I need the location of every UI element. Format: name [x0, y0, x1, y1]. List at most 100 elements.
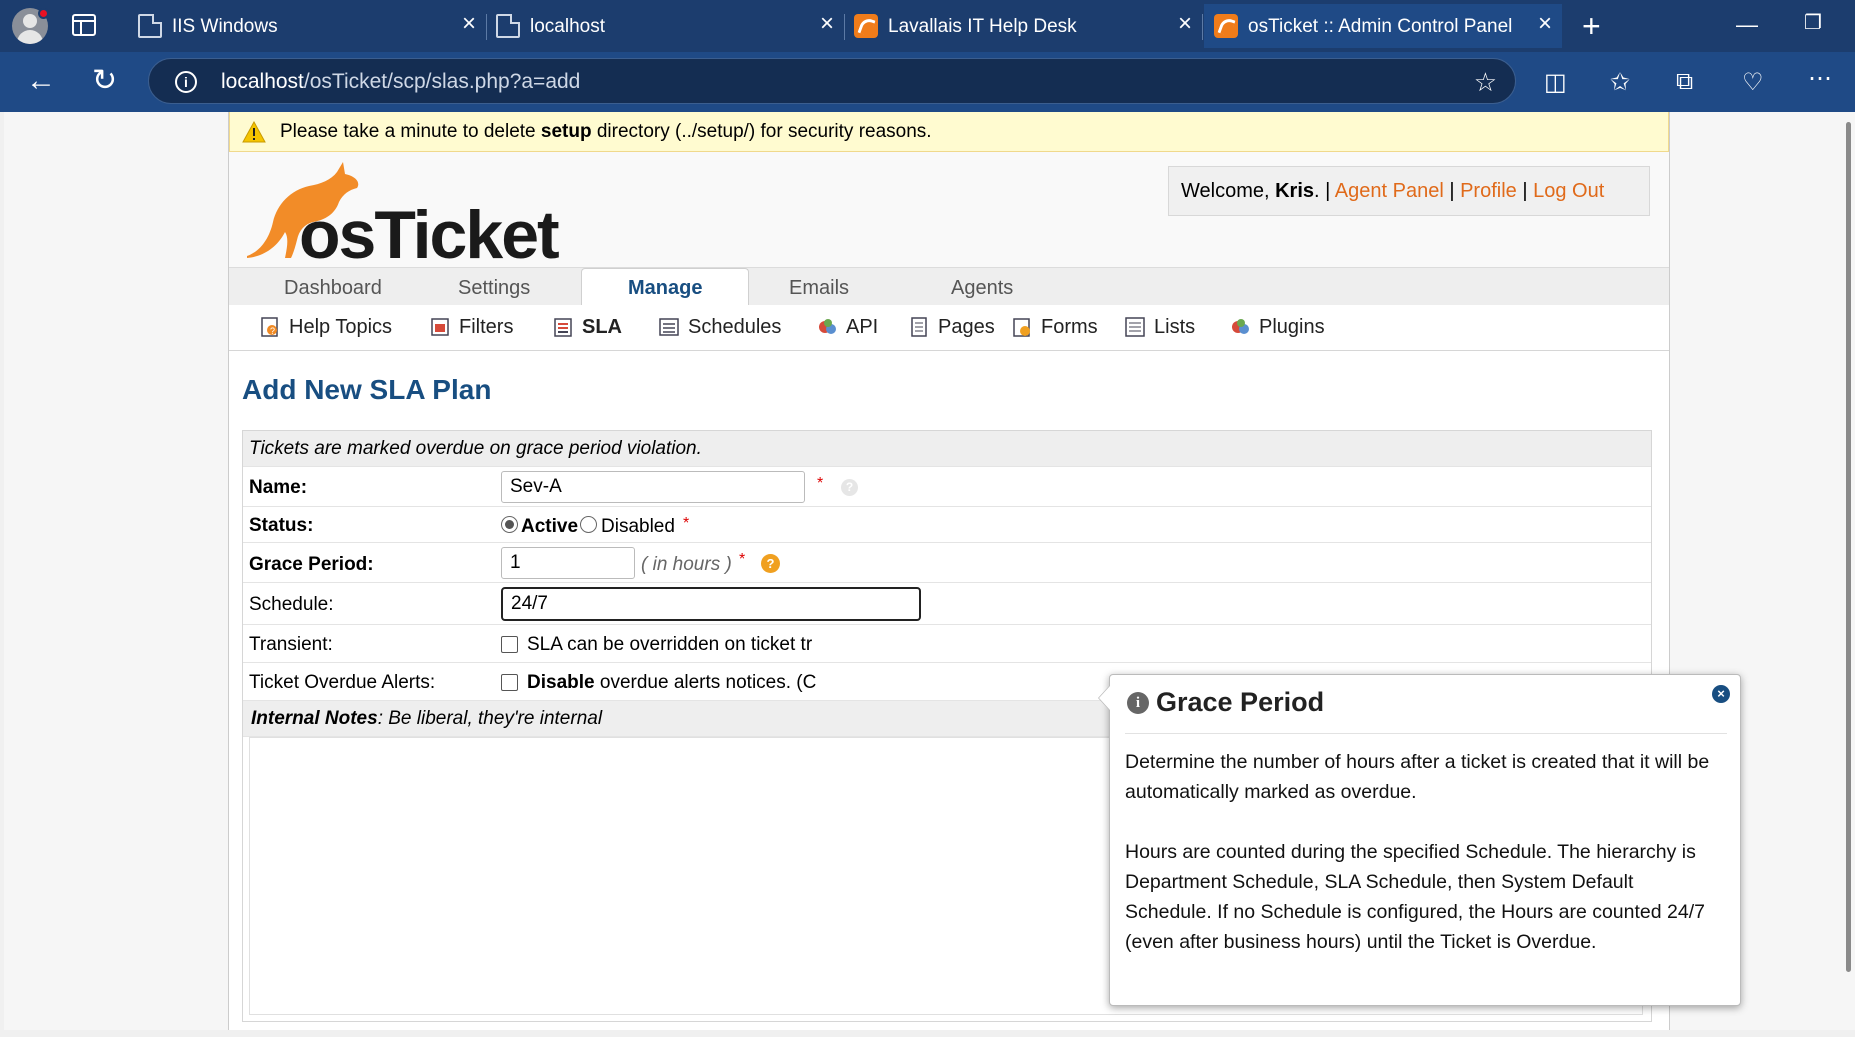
schedule-select[interactable]: 24/7	[501, 587, 921, 621]
grace-period-row: Grace Period: 1 ( in hours ) * ?	[243, 543, 1651, 583]
grace-period-label: Grace Period:	[249, 554, 374, 575]
tooltip-divider	[1125, 733, 1727, 734]
lists-icon	[1125, 317, 1145, 337]
favorite-star-icon[interactable]: ☆	[1474, 67, 1497, 98]
back-icon[interactable]: ←	[26, 64, 56, 98]
tooltip-title: Grace Period	[1156, 687, 1325, 717]
nav-tab-dashboard[interactable]: Dashboard	[284, 277, 382, 300]
welcome-box: Welcome, Kris. | Agent Panel | Profile |…	[1168, 166, 1650, 216]
transient-row: Transient: SLA can be overridden on tick…	[243, 625, 1651, 663]
filters-icon	[431, 318, 449, 336]
tooltip-body: Determine the number of hours after a ti…	[1125, 747, 1725, 987]
tooltip-paragraph: Determine the number of hours after a ti…	[1125, 751, 1710, 803]
refresh-icon[interactable]: ↻	[92, 64, 117, 98]
close-icon[interactable]: ×	[1712, 685, 1730, 703]
internal-notes-label: Internal Notes: Be liberal, they're inte…	[251, 708, 602, 730]
close-icon[interactable]: ×	[462, 12, 476, 36]
svg-text:?: ?	[270, 326, 275, 336]
name-label: Name:	[249, 477, 308, 498]
tab-actions-icon[interactable]	[72, 14, 96, 36]
page-header: osTicket Welcome, Kris. | Agent Panel | …	[229, 152, 1669, 273]
tooltip-paragraph: Hours are counted during the specified S…	[1125, 841, 1705, 953]
warning-text-part: directory (../setup/) for security reaso…	[591, 121, 932, 142]
status-row: Status: Active Disabled *	[243, 507, 1651, 543]
osticket-favicon-icon	[1214, 14, 1238, 38]
welcome-text: Welcome,	[1181, 180, 1276, 202]
subnav-label: Filters	[459, 316, 514, 338]
grace-period-unit: ( in hours )	[641, 554, 732, 575]
required-mark: *	[683, 515, 690, 532]
help-icon[interactable]: ?	[841, 479, 858, 496]
browser-tab[interactable]: IIS Windows ×	[128, 4, 487, 48]
minimize-icon[interactable]: —	[1736, 12, 1758, 38]
warning-text: Please take a minute to delete setup dir…	[280, 121, 932, 143]
overdue-alerts-label: Ticket Overdue Alerts:	[249, 672, 436, 693]
browser-tab-active[interactable]: osTicket :: Admin Control Panel ×	[1204, 4, 1562, 48]
form-header-note: Tickets are marked overdue on grace peri…	[249, 438, 702, 459]
page-icon	[496, 14, 520, 38]
logout-link[interactable]: Log Out	[1533, 180, 1604, 202]
status-disabled-radio[interactable]	[580, 516, 597, 533]
forms-icon	[1013, 318, 1030, 337]
agent-panel-link[interactable]: Agent Panel	[1335, 180, 1444, 202]
grace-period-tooltip: i Grace Period × Determine the number of…	[1098, 674, 1741, 1006]
warning-icon	[242, 121, 266, 143]
logo-text: osTicket	[299, 197, 560, 273]
sla-icon	[554, 318, 572, 337]
name-input[interactable]: Sev-A	[501, 471, 805, 503]
disable-alerts-checkbox[interactable]	[501, 674, 518, 691]
restore-icon[interactable]: ❐	[1804, 10, 1822, 35]
status-active-label[interactable]: Active	[521, 516, 578, 538]
collections-icon[interactable]: ⧉	[1676, 68, 1693, 96]
transient-text: SLA can be overridden on ticket tr	[527, 634, 813, 655]
favorites-icon[interactable]: ✩	[1610, 68, 1630, 97]
split-screen-icon[interactable]: ◫	[1544, 68, 1567, 97]
grace-period-input[interactable]: 1	[501, 547, 635, 579]
setup-warning-banner: Please take a minute to delete setup dir…	[229, 112, 1669, 152]
transient-checkbox[interactable]	[501, 636, 518, 653]
page-title: Add New SLA Plan	[242, 374, 492, 405]
help-icon[interactable]: ?	[761, 554, 780, 573]
osticket-logo[interactable]: osTicket	[239, 160, 560, 273]
subnav-label: Forms	[1041, 316, 1098, 338]
pages-icon	[911, 317, 927, 337]
nav-tab-settings[interactable]: Settings	[458, 277, 530, 300]
browser-tab[interactable]: Lavallais IT Help Desk ×	[844, 4, 1203, 48]
url-field[interactable]: i localhost/osTicket/scp/slas.php?a=add …	[148, 58, 1516, 104]
scrollbar-thumb[interactable]	[1846, 122, 1851, 972]
schedule-row: Schedule: 24/7	[243, 583, 1651, 625]
address-bar: ← ↻ i localhost/osTicket/scp/slas.php?a=…	[0, 52, 1855, 112]
nav-tab-emails[interactable]: Emails	[789, 277, 849, 300]
more-menu-icon[interactable]: ⋯	[1808, 64, 1832, 93]
sub-nav: ? Help Topics Filters SLA Schedules API	[229, 305, 1669, 351]
disable-alerts-bold: Disable	[527, 672, 595, 693]
browser-essentials-icon[interactable]: ♡	[1742, 68, 1764, 97]
close-icon[interactable]: ×	[1538, 12, 1552, 36]
page-icon	[138, 14, 162, 38]
new-tab-icon[interactable]: +	[1582, 10, 1601, 42]
browser-tab[interactable]: localhost ×	[486, 4, 845, 48]
subnav-label: Help Topics	[289, 316, 393, 338]
osticket-favicon-icon	[854, 14, 878, 38]
link-separator: |	[1522, 180, 1528, 202]
tooltip-arrow	[1098, 685, 1110, 711]
url-host: localhost	[221, 70, 304, 93]
status-active-radio[interactable]	[501, 516, 518, 533]
profile-link[interactable]: Profile	[1460, 180, 1517, 202]
warning-text-bold: setup	[540, 121, 592, 142]
disable-alerts-text: Disable overdue alerts notices. (C	[527, 672, 816, 694]
status-disabled-label[interactable]: Disabled	[601, 516, 675, 538]
page-scrollbar[interactable]	[1842, 112, 1855, 1030]
url-text: localhost/osTicket/scp/slas.php?a=add	[221, 70, 580, 94]
nav-tab-manage[interactable]: Manage	[581, 268, 750, 308]
notification-dot	[38, 8, 49, 19]
tab-title: IIS Windows	[172, 16, 278, 37]
close-icon[interactable]: ×	[1178, 12, 1192, 36]
subnav-label: API	[846, 316, 879, 338]
osticket-page: Please take a minute to delete setup dir…	[228, 112, 1741, 1030]
site-info-icon[interactable]: i	[175, 71, 197, 93]
schedule-label: Schedule:	[249, 594, 334, 615]
close-icon[interactable]: ×	[820, 12, 834, 36]
schedules-icon	[659, 318, 679, 336]
nav-tab-agents[interactable]: Agents	[951, 277, 1013, 300]
